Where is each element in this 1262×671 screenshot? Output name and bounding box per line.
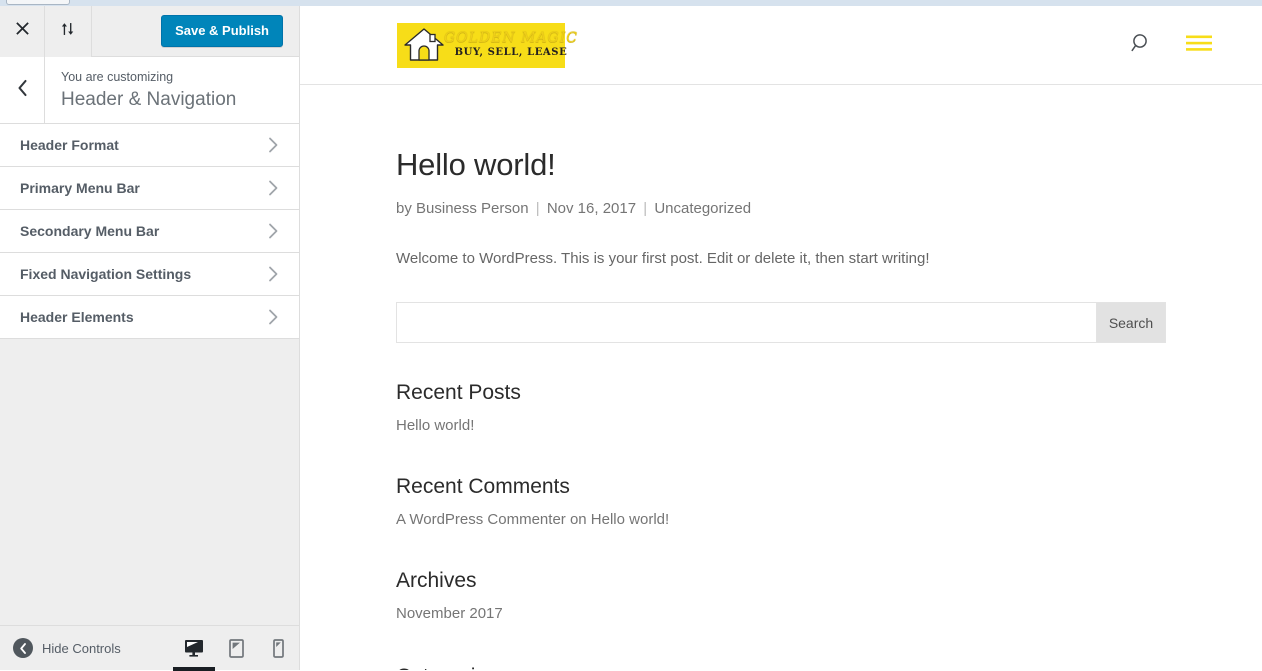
customizer-section-secondary-menu-bar[interactable]: Secondary Menu Bar (0, 210, 299, 253)
chevron-right-icon (268, 137, 279, 153)
close-customizer-button[interactable] (0, 5, 45, 57)
save-publish-button[interactable]: Save & Publish (161, 15, 283, 47)
post-date: Nov 16, 2017 (546, 200, 637, 217)
customizer-section-label: Fixed Navigation Settings (20, 266, 192, 282)
post-meta: by Business Person | Nov 16, 2017 | Unca… (396, 198, 1180, 220)
panel-title: Header & Navigation (61, 88, 237, 110)
preview-content: Hello world! by Business Person | Nov 16… (300, 85, 1180, 670)
chevron-right-icon (268, 180, 279, 196)
customizer-footer: Hide Controls (0, 625, 299, 671)
customizer-sidebar: Save & Publish You are customizing Heade… (0, 5, 300, 671)
collapse-icon (13, 638, 33, 658)
post-author[interactable]: Business Person (416, 200, 529, 217)
widget-title: Categories (396, 664, 1180, 670)
sort-arrows-icon (60, 21, 77, 41)
customizer-toolbar: Save & Publish (0, 5, 299, 57)
tablet-icon (228, 638, 244, 658)
customizer-section-header-format[interactable]: Header Format (0, 124, 299, 167)
widget-entry[interactable]: November 2017 (396, 603, 1180, 625)
customizer-section-label: Header Format (20, 137, 119, 153)
chevron-right-icon (268, 223, 279, 239)
chevron-right-icon (268, 266, 279, 282)
device-preview-buttons (173, 626, 299, 671)
search-submit-button[interactable]: Search (1096, 302, 1166, 343)
meta-separator-2: | (643, 200, 648, 217)
site-header: GOLDEN MAGIC BUY, SELL, LEASE (300, 6, 1262, 85)
post-title: Hello world! (396, 147, 556, 182)
post-category[interactable]: Uncategorized (654, 200, 751, 217)
meta-separator-1: | (535, 200, 540, 217)
device-preview-desktop-button[interactable] (173, 626, 215, 671)
close-icon (15, 21, 30, 41)
customizer-section-fixed-navigation-settings[interactable]: Fixed Navigation Settings (0, 253, 299, 296)
device-preview-mobile-button[interactable] (257, 626, 299, 671)
widget-title: Recent Comments (396, 475, 570, 498)
widget-entry[interactable]: A WordPress Commenter on Hello world! (396, 509, 1180, 531)
post-excerpt: Welcome to WordPress. This is your first… (396, 250, 930, 267)
widget-recent-comments: Recent Comments A WordPress Commenter on … (396, 474, 1180, 531)
widget-entry[interactable]: Hello world! (396, 415, 1180, 437)
hide-controls-label: Hide Controls (42, 640, 121, 656)
logo-brand: GOLDEN MAGIC (444, 30, 578, 46)
mobile-icon (272, 638, 284, 658)
customizer-section-header-elements[interactable]: Header Elements (0, 296, 299, 339)
widget-title: Recent Posts (396, 381, 521, 404)
panel-header-text: You are customizing Header & Navigation (45, 57, 236, 123)
customizer-section-label: Primary Menu Bar (20, 180, 140, 196)
device-preview-tablet-button[interactable] (215, 626, 257, 671)
customizing-eyebrow: You are customizing (61, 69, 174, 84)
widget-title: Archives (396, 569, 477, 592)
widget-categories: Categories (396, 664, 1180, 670)
search-widget: Search (396, 302, 1166, 343)
widget-recent-posts: Recent Posts Hello world! (396, 380, 1180, 437)
search-input[interactable] (396, 302, 1096, 343)
site-preview-pane: GOLDEN MAGIC BUY, SELL, LEASE Hello worl (300, 6, 1262, 670)
reorder-button[interactable] (45, 5, 92, 57)
browser-tab[interactable] (6, 0, 70, 5)
post-author-prefix: by (396, 200, 412, 217)
logo-tagline: BUY, SELL, LEASE (454, 47, 568, 58)
customizer-section-list: Header Format Primary Menu Bar Secondary M… (0, 124, 299, 339)
header-actions (1130, 32, 1212, 59)
customizer-section-label: Header Elements (20, 309, 134, 325)
site-logo[interactable]: GOLDEN MAGIC BUY, SELL, LEASE (397, 22, 577, 68)
customizer-section-primary-menu-bar[interactable]: Primary Menu Bar (0, 167, 299, 210)
search-icon[interactable] (1130, 32, 1152, 59)
logo-text-block: GOLDEN MAGIC BUY, SELL, LEASE (444, 30, 578, 60)
preview-widget-list: Recent Posts Hello world! Recent Comments A… (396, 380, 1180, 670)
chevron-left-icon (16, 79, 29, 102)
panel-back-button[interactable] (0, 57, 45, 123)
desktop-icon (184, 639, 204, 657)
hamburger-menu-icon[interactable] (1186, 34, 1212, 57)
widget-archives: Archives November 2017 (396, 568, 1180, 625)
hide-controls-button[interactable]: Hide Controls (0, 638, 121, 658)
house-icon (402, 26, 446, 64)
customizer-panel-header: You are customizing Header & Navigation (0, 57, 299, 124)
customizer-section-label: Secondary Menu Bar (20, 223, 160, 239)
chevron-right-icon (268, 309, 279, 325)
